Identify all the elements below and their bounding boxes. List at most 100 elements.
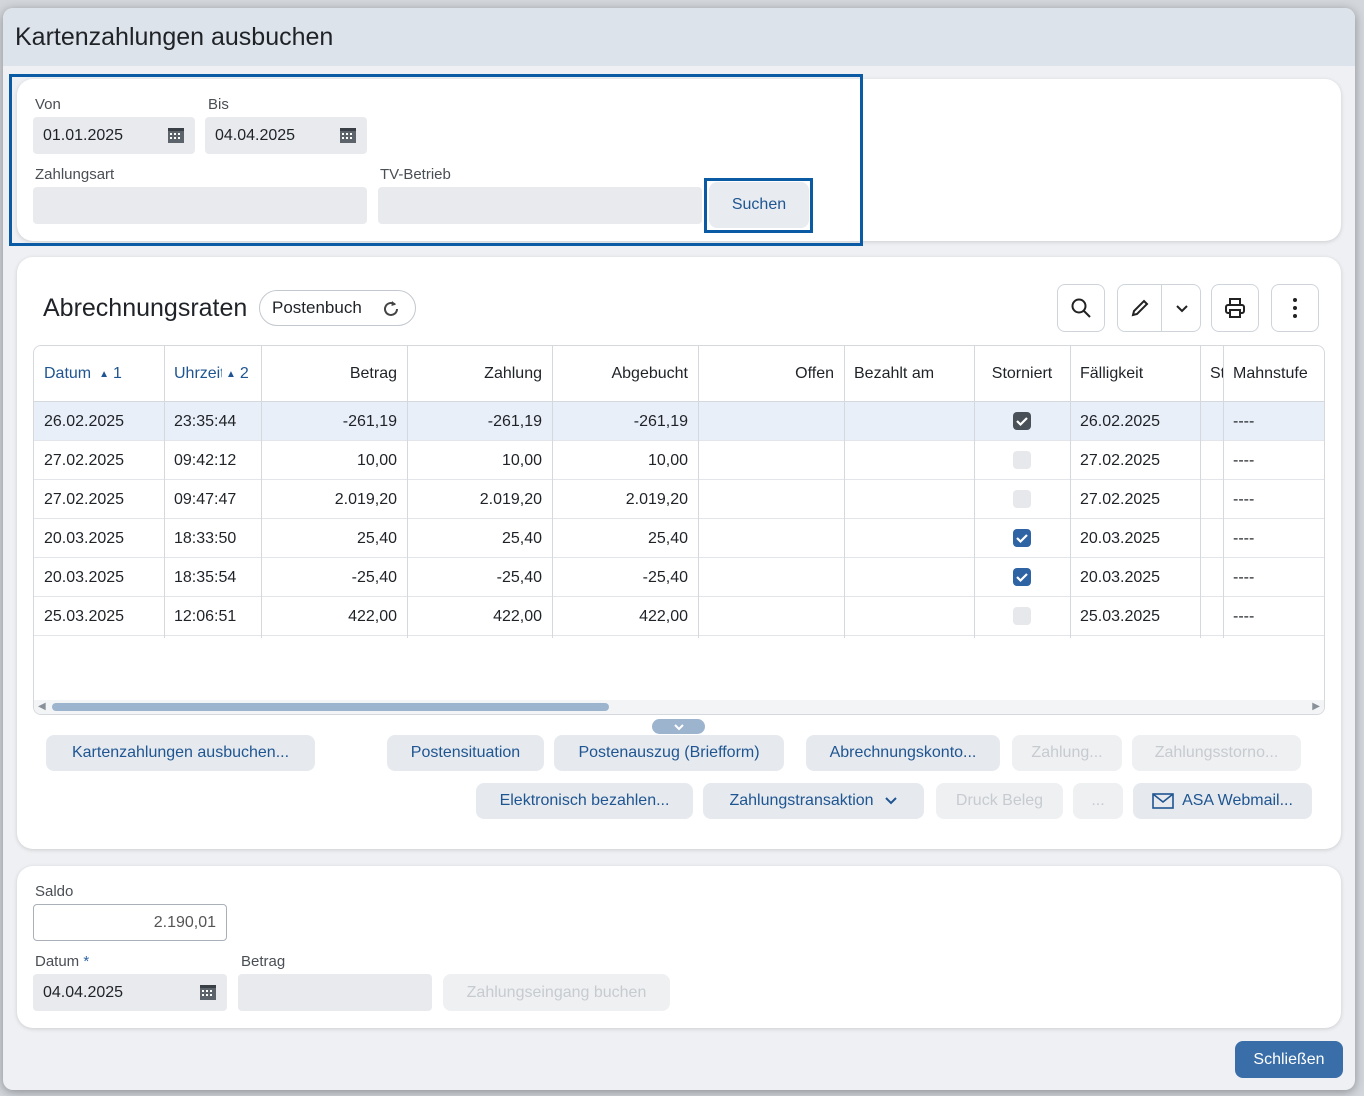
table-row[interactable]: 27.02.2025 09:42:12 10,00 10,00 10,00 27.02.2…: [34, 441, 1324, 480]
grid-title: Abrechnungsraten: [43, 294, 248, 322]
cell-faelligkeit: 27.02.2025: [1080, 490, 1161, 508]
search-icon: [1071, 298, 1091, 318]
cell-abgebucht: 422,00: [639, 607, 688, 625]
zahlung-button[interactable]: Zahlung...: [1012, 735, 1122, 771]
postenbuch-chip[interactable]: Postenbuch: [259, 290, 416, 326]
druck-beleg-button[interactable]: Druck Beleg: [936, 783, 1063, 819]
cell-abgebucht: -25,40: [642, 568, 688, 586]
cell-datum: 27.02.2025: [44, 490, 125, 508]
betrag-field[interactable]: [238, 974, 432, 1011]
col-zahlung[interactable]: Zahlung: [407, 346, 552, 402]
more-actions-button[interactable]: ...: [1073, 783, 1123, 819]
cell-mahnstufe: ----: [1233, 607, 1255, 625]
col-datum[interactable]: Datum ▲ 1: [34, 346, 164, 402]
zahlungseingang-button[interactable]: Zahlungseingang buchen: [443, 974, 670, 1011]
cell-offen: [698, 441, 844, 480]
refresh-icon[interactable]: [381, 299, 401, 319]
scroll-left-icon[interactable]: ◀: [38, 701, 46, 712]
chevron-down-icon: [884, 797, 897, 805]
search-grid-button[interactable]: [1057, 284, 1105, 332]
cell-datum: 27.02.2025: [44, 451, 125, 469]
col-uhrzeit[interactable]: Uhrzeit ▲ 2: [164, 346, 261, 402]
webmail-button[interactable]: ASA Webmail...: [1133, 783, 1312, 819]
col-mahnstufe[interactable]: Mahnstufe: [1223, 346, 1324, 402]
cell-datum: 25.03.2025: [44, 607, 125, 625]
cell-offen: [698, 597, 844, 636]
table-row[interactable]: 20.03.2025 18:35:54 -25,40 -25,40 -25,40 20.0…: [34, 558, 1324, 597]
col-offen[interactable]: Offen: [698, 346, 844, 402]
more-options-button[interactable]: [1271, 284, 1319, 332]
cell-bezahlt: [844, 558, 974, 597]
cell-abgebucht: -261,19: [633, 412, 688, 430]
table-row[interactable]: 27.02.2025 09:47:47 2.019,20 2.019,20 2.019,…: [34, 480, 1324, 519]
cell-bezahlt: [844, 480, 974, 519]
edit-button[interactable]: [1117, 284, 1201, 332]
col-abgebucht[interactable]: Abgebucht: [552, 346, 698, 402]
col-faelligkeit[interactable]: Fälligkeit: [1070, 346, 1200, 402]
cell-datum: 20.03.2025: [44, 568, 125, 586]
col-st[interactable]: St: [1200, 346, 1223, 402]
cell-faelligkeit: 26.02.2025: [1080, 412, 1161, 430]
elektronisch-button[interactable]: Elektronisch bezahlen...: [476, 783, 693, 819]
data-table: Datum ▲ 1 Uhrzeit ▲ 2 Betrag Zahlung Abgebuc…: [33, 345, 1325, 715]
kartenzahlungen-button[interactable]: Kartenzahlungen ausbuchen...: [46, 735, 315, 771]
col-betrag[interactable]: Betrag: [261, 346, 407, 402]
search-highlight: [704, 178, 813, 233]
scroll-right-icon[interactable]: ▶: [1312, 701, 1320, 712]
storniert-checkbox[interactable]: [1013, 529, 1031, 547]
cell-abgebucht: 10,00: [647, 451, 688, 469]
collapse-handle[interactable]: [652, 719, 705, 734]
cell-zahlung: -261,19: [487, 412, 542, 430]
zahlungsstorno-button[interactable]: Zahlungsstorno...: [1132, 735, 1301, 771]
cell-betrag: 422,00: [348, 607, 397, 625]
kebab-icon: [1293, 298, 1297, 318]
postensituation-button[interactable]: Postensituation: [387, 735, 544, 771]
cell-zahlung: 10,00: [501, 451, 542, 469]
calendar-icon[interactable]: [199, 983, 217, 1001]
datum-field[interactable]: 04.04.2025: [33, 974, 227, 1011]
mail-icon: [1152, 793, 1174, 809]
cell-bezahlt: [844, 597, 974, 636]
cell-uhrzeit: 23:35:44: [174, 412, 237, 430]
cell-uhrzeit: 12:06:51: [174, 607, 237, 625]
dialog: Kartenzahlungen ausbuchen Von 01.01.2025…: [3, 8, 1355, 1090]
storniert-checkbox[interactable]: [1013, 451, 1031, 469]
close-button[interactable]: Schließen: [1235, 1041, 1343, 1078]
cell-zahlung: 2.019,20: [479, 490, 542, 508]
saldo-field: 2.190,01: [33, 904, 227, 941]
cell-datum: 20.03.2025: [44, 529, 125, 547]
storniert-checkbox[interactable]: [1013, 568, 1031, 586]
table-row[interactable]: 20.03.2025 18:33:50 25,40 25,40 25,40 20.03.2…: [34, 519, 1324, 558]
cell-betrag: 25,40: [356, 529, 397, 547]
cell-zahlung: 25,40: [501, 529, 542, 547]
cell-faelligkeit: 27.02.2025: [1080, 451, 1161, 469]
storniert-checkbox[interactable]: [1013, 607, 1031, 625]
divider: [1161, 285, 1162, 331]
cell-uhrzeit: 09:42:12: [174, 451, 237, 469]
storniert-checkbox[interactable]: [1013, 490, 1031, 508]
horizontal-scrollbar[interactable]: ◀ ▶: [34, 700, 1324, 714]
print-button[interactable]: [1211, 284, 1259, 332]
cell-betrag: 2.019,20: [334, 490, 397, 508]
abrechnungskonto-button[interactable]: Abrechnungskonto...: [806, 735, 1000, 771]
cell-betrag: 10,00: [356, 451, 397, 469]
postenauszug-button[interactable]: Postenauszug (Briefform): [554, 735, 784, 771]
cell-faelligkeit: 20.03.2025: [1080, 529, 1161, 547]
col-storniert[interactable]: Storniert: [974, 346, 1070, 402]
table-row[interactable]: 26.02.2025 23:35:44 -261,19 -261,19 -261,19 2…: [34, 402, 1324, 441]
chevron-down-icon[interactable]: [1174, 300, 1190, 316]
scrollbar-thumb[interactable]: [52, 703, 609, 711]
cell-faelligkeit: 20.03.2025: [1080, 568, 1161, 586]
zahlungstransaktion-button[interactable]: Zahlungstransaktion: [703, 783, 924, 819]
cell-bezahlt: [844, 519, 974, 558]
col-bezahlt-am[interactable]: Bezahlt am: [844, 346, 974, 402]
postenbuch-label: Postenbuch: [272, 298, 362, 317]
storniert-checkbox[interactable]: [1013, 412, 1031, 430]
required-marker: *: [83, 953, 90, 970]
table-row[interactable]: 25.03.2025 12:06:51 422,00 422,00 422,00 25.0…: [34, 597, 1324, 636]
sort-asc-icon: ▲: [99, 368, 110, 380]
cell-mahnstufe: ----: [1233, 529, 1255, 547]
saldo-card: Saldo 2.190,01 Datum * 04.04.2025 Betrag…: [17, 866, 1341, 1028]
cell-offen: [698, 480, 844, 519]
cell-mahnstufe: ----: [1233, 568, 1255, 586]
